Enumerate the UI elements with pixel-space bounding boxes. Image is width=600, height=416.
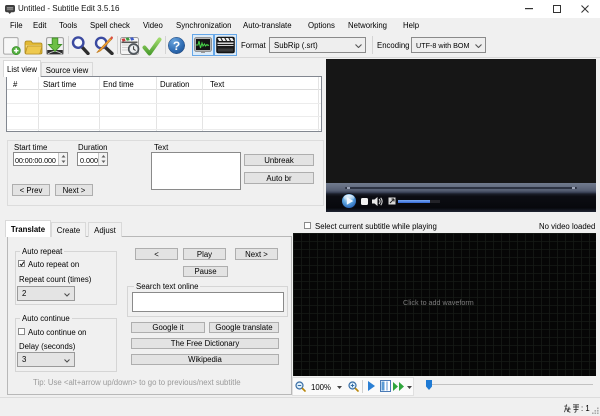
svg-text:?: ? [173, 39, 180, 53]
